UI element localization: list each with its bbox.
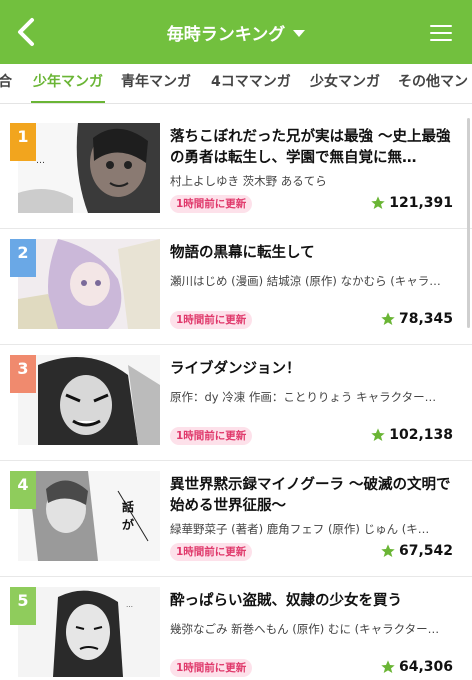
rank-badge: 2 xyxy=(10,239,36,277)
manga-title: 異世界黙示録マイノグーラ 〜破滅の文明で始める世界征服〜 xyxy=(170,477,451,514)
rating: 67,542 xyxy=(380,543,453,559)
manga-author: 緑華野菜子 (著者) 鹿角フェフ (原作) じゅん (キ… xyxy=(170,522,430,536)
tab-seinen[interactable]: 青年マンガ xyxy=(121,64,191,103)
list-item[interactable]: 1 … 落ちこぼれだった兄が実は最強 〜史上最強の勇者は転生し、学園で無自覚に無… xyxy=(0,113,472,229)
tab-all[interactable]: 合 xyxy=(0,64,12,103)
rating-count: 78,345 xyxy=(398,311,453,327)
rating: 121,391 xyxy=(370,195,453,211)
update-badge: 1時間前に更新 xyxy=(170,543,253,561)
manga-title: 酔っぱらい盗賊、奴隷の少女を買う xyxy=(170,593,402,609)
manga-thumbnail: 話 が xyxy=(18,471,160,561)
update-badge: 1時間前に更新 xyxy=(170,195,253,213)
manga-title: 落ちこぼれだった兄が実は最強 〜史上最強の勇者は転生し、学園で無自覚に無… xyxy=(170,129,451,166)
manga-thumbnail: … xyxy=(18,587,160,677)
list-item[interactable]: 3 ライブダンジョン！ 原作：dy 冷凍 作画：ことりりょう キャラクター… 1… xyxy=(0,345,472,461)
svg-text:話: 話 xyxy=(122,499,134,514)
rating-count: 102,138 xyxy=(389,427,453,443)
rating-count: 67,542 xyxy=(398,543,453,559)
manga-title: ライブダンジョン！ xyxy=(170,361,301,377)
manga-title: 物語の黒幕に転生して xyxy=(170,245,315,261)
rank-badge: 3 xyxy=(10,355,36,393)
manga-author: 原作：dy 冷凍 作画：ことりりょう キャラクター… xyxy=(170,390,437,404)
rating: 102,138 xyxy=(370,427,453,443)
manga-author: 幾弥なごみ 新巻へもん (原作) むに (キャラクター… xyxy=(170,622,440,636)
update-badge: 1時間前に更新 xyxy=(170,659,253,677)
tab-shojo[interactable]: 少女マンガ xyxy=(310,64,380,103)
ranking-dropdown[interactable]: 毎時ランキング xyxy=(167,20,306,45)
app-header: 毎時ランキング xyxy=(0,0,472,64)
rating: 64,306 xyxy=(380,659,453,675)
manga-thumbnail xyxy=(18,355,160,445)
star-icon xyxy=(371,196,385,209)
update-badge: 1時間前に更新 xyxy=(170,311,253,329)
manga-author: 瀬川はじめ (漫画) 結城涼 (原作) なかむら (キャラ… xyxy=(170,274,441,288)
scrollbar[interactable] xyxy=(467,118,470,328)
rank-badge: 4 xyxy=(10,471,36,509)
hamburger-menu-icon[interactable] xyxy=(430,25,452,41)
star-icon xyxy=(381,312,395,325)
caret-down-icon xyxy=(293,29,306,37)
star-icon xyxy=(371,428,385,441)
manga-thumbnail xyxy=(18,239,160,329)
list-item[interactable]: 5 … 酔っぱらい盗賊、奴隷の少女を買う 幾弥なごみ 新巻へもん (原作) むに… xyxy=(0,577,472,680)
star-icon xyxy=(381,544,395,557)
rating-count: 64,306 xyxy=(398,659,453,675)
rating: 78,345 xyxy=(380,311,453,327)
list-item[interactable]: 4 話 が 異世界黙示録マイノグーラ 〜破滅の文明で始める世界征服〜 緑華野菜子… xyxy=(0,461,472,577)
update-badge: 1時間前に更新 xyxy=(170,427,253,445)
category-tabs: 合 少年マンガ 青年マンガ 4コママンガ 少女マンガ その他マン xyxy=(0,64,472,104)
tab-other[interactable]: その他マン xyxy=(398,64,468,103)
manga-author: 村上よしゆき 茨木野 あるてら xyxy=(170,174,327,188)
page-title: 毎時ランキング xyxy=(166,24,286,45)
manga-thumbnail: … xyxy=(18,123,160,213)
svg-text:が: が xyxy=(122,517,134,532)
svg-text:…: … xyxy=(36,156,45,166)
list-item[interactable]: 2 物語の黒幕に転生して 瀬川はじめ (漫画) 結城涼 (原作) なかむら (キ… xyxy=(0,229,472,345)
rank-badge: 5 xyxy=(10,587,36,625)
chevron-left-icon[interactable] xyxy=(12,14,42,50)
tab-4koma[interactable]: 4コママンガ xyxy=(211,64,291,103)
rank-badge: 1 xyxy=(10,123,36,161)
svg-text:…: … xyxy=(126,601,133,609)
rating-count: 121,391 xyxy=(389,195,453,211)
tab-shonen[interactable]: 少年マンガ xyxy=(31,64,105,103)
ranking-list: 1 … 落ちこぼれだった兄が実は最強 〜史上最強の勇者は転生し、学園で無自覚に無… xyxy=(0,105,472,680)
star-icon xyxy=(381,660,395,673)
